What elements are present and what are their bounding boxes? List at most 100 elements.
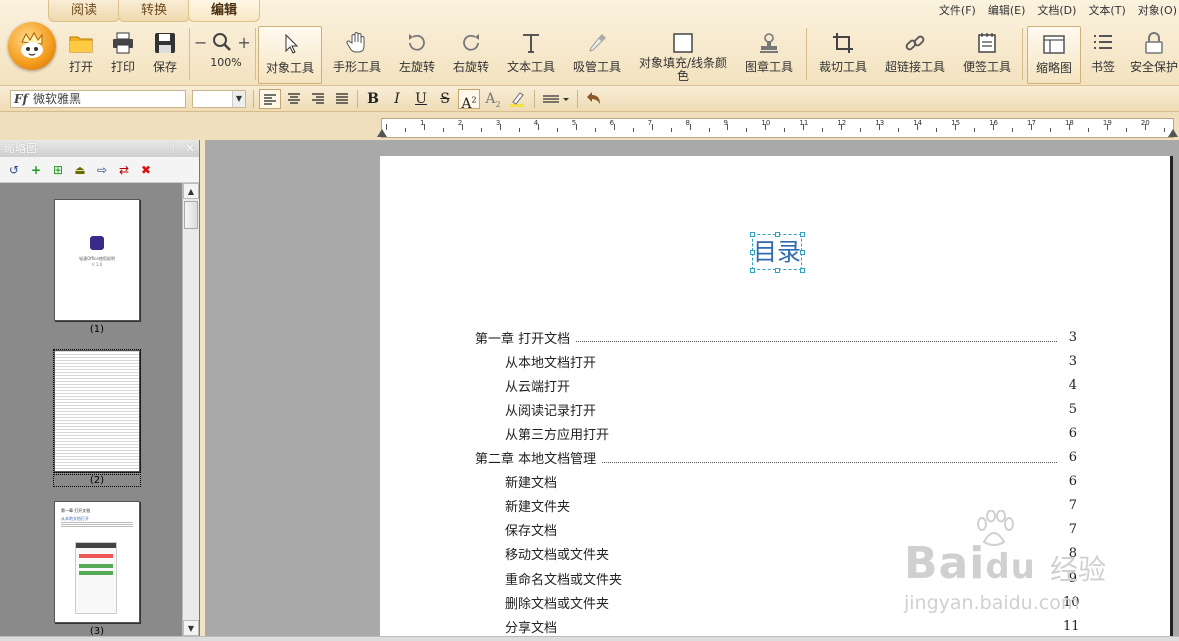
insert-page-icon[interactable]: ⊞ [50,162,66,178]
eyedropper-tool-button[interactable]: 吸管工具 [568,26,626,84]
ruler-left-margin-marker[interactable] [377,129,387,137]
open-button[interactable]: 打开 [62,26,100,84]
magnifier-icon[interactable] [212,32,232,52]
menu-file[interactable]: 文件(F) [939,2,976,18]
tab-read[interactable]: 阅读 [48,0,120,22]
zoom-controls: − + [194,32,251,52]
object-tool-button[interactable]: 对象工具 [258,26,322,84]
italic-button[interactable]: I [386,89,408,109]
toc-section-row[interactable]: 从阅读记录打开 5 [475,398,1077,420]
scroll-thumb[interactable] [184,201,198,229]
app-logo[interactable] [8,22,56,70]
menu-edit[interactable]: 编辑(E) [988,2,1026,18]
toc-entry-label: 从第三方应用打开 [505,427,610,443]
toc-chapter-row[interactable]: 第二章 本地文档管理 6 [475,447,1077,469]
fill-line-color-button[interactable]: 对象填充/线条颜 色 [634,26,732,84]
line-style-dropdown[interactable] [540,89,572,109]
tab-edit[interactable]: 编辑 [188,0,260,22]
thumbnail-scrollbar[interactable]: ▲ ▼ [182,183,199,636]
export-page-icon[interactable]: ⇨ [94,162,110,178]
align-justify-button[interactable] [331,89,353,109]
chevron-down-icon[interactable]: ▼ [232,91,245,107]
resize-handle[interactable] [750,268,755,273]
text-tool-button[interactable]: 文本工具 [502,26,560,84]
ruler-tick [860,128,862,132]
toc-section-row[interactable]: 分享文档 11 [475,615,1080,636]
rotate-right-button[interactable]: 右旋转 [446,26,496,84]
hyperlink-tool-button[interactable]: 超链接工具 [880,26,950,84]
resize-handle[interactable] [750,250,755,255]
font-size-select[interactable]: ▼ [192,90,246,108]
toc-section-row[interactable]: 从云端打开 4 [475,374,1077,396]
ruler-tick [480,128,482,132]
strikethrough-button[interactable]: S [434,89,456,109]
menu-text[interactable]: 文本(T) [1088,2,1125,18]
horizontal-ruler[interactable]: 1 2 3 4 5 6 7 8 9 10 11 12 13 14 15 16 17 18 19 20 [377,118,1178,138]
toc-section-row[interactable]: 删除文档或文件夹 10 [475,591,1080,613]
resize-handle[interactable] [750,232,755,237]
undo-button[interactable] [582,89,604,109]
document-page[interactable]: 目录 第一章 打开文档 3 从本地文档打开 3 从云端打开 4 从阅读记录打开 5 从第三方应用… [380,156,1173,636]
highlight-button[interactable] [506,89,528,109]
document-view[interactable]: 目录 第一章 打开文档 3 从本地文档打开 3 从云端打开 4 从阅读记录打开 5 从第三方应用… [205,140,1179,636]
align-right-button[interactable] [307,89,329,109]
save-label: 保存 [152,60,177,74]
thumbnail-page-3[interactable]: 第一章 打开文档 从本地文档打开 [54,501,140,623]
resize-handle[interactable] [800,268,805,273]
scroll-up-arrow[interactable]: ▲ [183,183,199,199]
thumbnails-button[interactable]: 缩略图 [1027,26,1081,84]
align-left-button[interactable] [259,89,281,109]
thumbnail-list[interactable]: 轻速Office使用说明 V 1.0 (1) (2) 第一章 打开文档 从本地文… [0,183,182,636]
rotate-page-icon[interactable]: ↺ [6,162,22,178]
ruler-label: 7 [647,119,653,127]
superscript-button[interactable]: A2 [458,89,480,112]
font-name-select[interactable]: Ff 微软雅黑 [10,90,186,108]
hand-tool-button[interactable]: 手形工具 [326,26,388,84]
resize-handle[interactable] [800,250,805,255]
align-center-button[interactable] [283,89,305,109]
toc-entry-label: 保存文档 [505,524,558,540]
resize-handle[interactable] [775,232,780,237]
tab-convert[interactable]: 转换 [118,0,190,22]
save-button[interactable]: 保存 [146,26,184,84]
toc-chapter-row[interactable]: 第一章 打开文档 3 [475,326,1077,348]
zoom-out-button[interactable]: − [194,33,207,52]
thumbnail-page-1[interactable]: 轻速Office使用说明 V 1.0 [54,199,140,321]
note-tool-button[interactable]: 便签工具 [958,26,1016,84]
bold-button[interactable]: B [362,89,384,109]
close-icon[interactable]: ✕ [185,141,195,155]
extract-page-icon[interactable]: ⏏ [72,162,88,178]
menu-object[interactable]: 对象(O) [1138,2,1177,18]
thumbnail-page-2[interactable] [53,349,141,473]
security-button[interactable]: 安全保护 [1128,26,1179,84]
toc-section-row[interactable]: 新建文件夹 7 [475,495,1077,517]
resize-handle[interactable] [800,232,805,237]
ruler-right-margin-marker[interactable] [1168,129,1178,137]
pin-icon[interactable]: ᛘ [170,141,177,155]
scroll-down-arrow[interactable]: ▼ [183,620,199,636]
crop-tool-button[interactable]: 裁切工具 [814,26,872,84]
thumbnail-panel-title: 缩略图 [4,142,37,155]
zoom-in-button[interactable]: + [237,33,250,52]
zoom-value[interactable]: 100% [204,56,248,69]
toc-section-row[interactable]: 新建文档 6 [475,471,1077,493]
toc-section-row[interactable]: 从本地文档打开 3 [475,350,1077,372]
rotate-left-button[interactable]: 左旋转 [392,26,442,84]
resize-handle[interactable] [775,268,780,273]
hand-icon [346,32,365,53]
menu-document[interactable]: 文档(D) [1037,2,1076,18]
bookmarks-button[interactable]: 书签 [1084,26,1122,84]
underline-button[interactable]: U [410,89,432,109]
replace-page-icon[interactable]: ⇄ [116,162,132,178]
toc-section-row[interactable]: 重命名文档或文件夹 9 [475,567,1077,589]
add-page-icon[interactable]: + [28,162,44,178]
toc-section-row[interactable]: 从第三方应用打开 6 [475,422,1077,444]
toc-title[interactable]: 目录 [752,234,802,270]
toc-section-row[interactable]: 移动文档或文件夹 8 [475,543,1077,565]
print-button[interactable]: 打印 [104,26,142,84]
stamp-tool-button[interactable]: 图章工具 [740,26,798,84]
delete-page-icon[interactable]: ✖ [138,162,154,178]
thumbnail-panel-header: 缩略图 ᛘ ✕ [0,140,199,157]
toc-section-row[interactable]: 保存文档 7 [475,519,1077,541]
subscript-button[interactable]: A2 [482,89,504,109]
